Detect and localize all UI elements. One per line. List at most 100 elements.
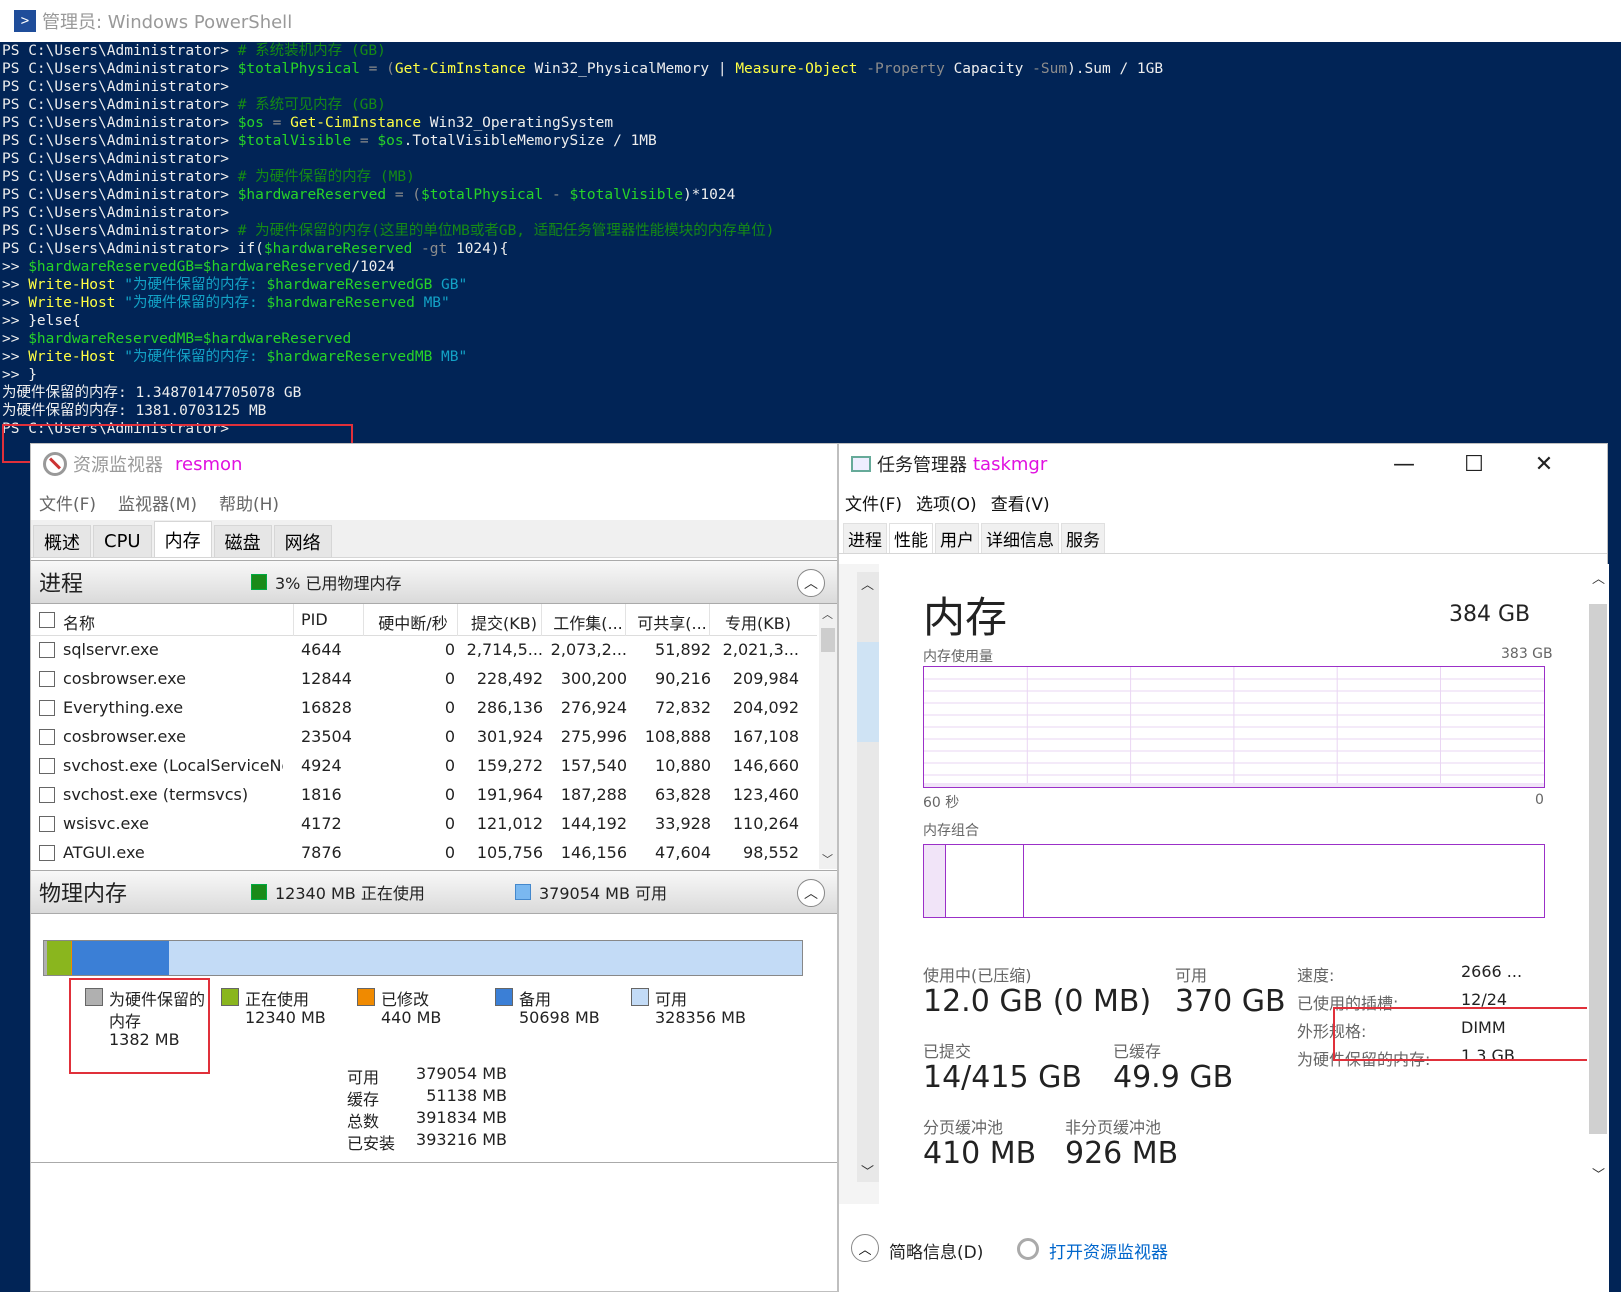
console-token: PS C:\Users\Administrator>	[2, 151, 229, 167]
row-checkbox[interactable]	[39, 816, 55, 832]
usage-square-icon	[251, 574, 267, 590]
console-line: PS C:\Users\Administrator> $totalVisible…	[2, 132, 1163, 150]
table-cell: svchost.exe (termsvcs)	[63, 785, 249, 804]
column-header[interactable]: 工作集(...	[549, 610, 627, 634]
collapse-processes-button[interactable]: ︿	[797, 569, 825, 597]
column-divider[interactable]	[709, 604, 710, 636]
column-divider[interactable]	[293, 604, 294, 636]
column-divider[interactable]	[457, 604, 458, 636]
table-cell: 121,012	[476, 814, 543, 833]
scroll-up-icon[interactable]: ︿	[1592, 568, 1605, 587]
column-header[interactable]: 专用(KB)	[717, 610, 799, 634]
legend-label: 备用	[519, 990, 552, 1009]
row-checkbox[interactable]	[39, 671, 55, 687]
scroll-thumb[interactable]	[857, 642, 879, 742]
processes-scrollbar[interactable]: ︿ ﹀	[819, 604, 837, 869]
fewer-details-button[interactable]: 简略信息(D)	[889, 1238, 983, 1263]
menu-view[interactable]: 查看(V)	[991, 490, 1050, 515]
column-divider[interactable]	[625, 604, 626, 636]
sidebar-scrollbar[interactable]: ︿ ﹀	[857, 572, 879, 1182]
processes-usage: 3% 已用物理内存	[251, 570, 401, 594]
tab-cpu[interactable]: CPU	[93, 525, 152, 557]
scroll-down-icon[interactable]: ﹀	[861, 1161, 874, 1180]
column-divider[interactable]	[363, 604, 364, 636]
tab-performance[interactable]: 性能	[889, 523, 933, 553]
column-divider[interactable]	[541, 604, 542, 636]
memory-totals: 可用 379054 MB 缓存 51138 MB 总数 391834 MB 已安装 39321…	[347, 1064, 507, 1153]
table-row[interactable]: cosbrowser.exe 12844 0 228,492 300,200 90,216…	[31, 665, 817, 694]
menu-help[interactable]: 帮助(H)	[219, 490, 279, 515]
processes-title: 进程	[39, 572, 84, 597]
minimize-button[interactable]: —	[1369, 444, 1439, 484]
total-value: 51138 MB	[426, 1086, 507, 1105]
table-cell: 98,552	[743, 843, 799, 862]
usage-max: 383 GB	[1501, 646, 1553, 662]
row-checkbox[interactable]	[39, 729, 55, 745]
menu-monitor[interactable]: 监视器(M)	[118, 490, 197, 515]
row-checkbox[interactable]	[39, 758, 55, 774]
total-row: 总数 391834 MB	[347, 1108, 507, 1131]
table-cell: 144,192	[560, 814, 627, 833]
console-line: PS C:\Users\Administrator>	[2, 78, 1163, 96]
performance-panel: ︿ ﹀ 内存 384 GB 内存使用量 383 GB 60 秒 0 内存组合 使…	[839, 564, 1609, 1204]
tab-network[interactable]: 网络	[273, 525, 332, 557]
total-row: 可用 379054 MB	[347, 1064, 507, 1087]
available-square-icon	[515, 884, 531, 900]
menu-options[interactable]: 选项(O)	[916, 490, 977, 515]
select-all-checkbox[interactable]	[39, 612, 55, 628]
tab-memory[interactable]: 内存	[153, 521, 212, 557]
table-row[interactable]: Everything.exe 16828 0 286,136 276,924 72,832…	[31, 694, 817, 723]
scroll-thumb[interactable]	[821, 628, 835, 652]
tab-details[interactable]: 详细信息	[981, 523, 1059, 553]
resmon-window: 资源监视器 resmon 文件(F) 监视器(M) 帮助(H) 概述 CPU 内…	[30, 443, 838, 1292]
tab-overview[interactable]: 概述	[33, 525, 91, 557]
time-right-label: 0	[1535, 792, 1544, 808]
divider	[31, 1162, 837, 1163]
table-row[interactable]: sqlservr.exe 4644 0 2,714,5... 2,073,2... 51,…	[31, 636, 817, 665]
table-cell: 47,604	[655, 843, 711, 862]
maximize-button[interactable]: ☐	[1439, 444, 1509, 484]
row-checkbox[interactable]	[39, 787, 55, 803]
column-header[interactable]: PID	[301, 610, 361, 629]
physical-memory-section-header[interactable]: 物理内存 12340 MB 正在使用 379054 MB 可用 ︿	[31, 870, 837, 914]
fewer-details-icon[interactable]: ︿	[851, 1234, 879, 1262]
table-cell: 105,756	[476, 843, 543, 862]
table-row[interactable]: wsisvc.exe 4172 0 121,012 144,192 33,928 110,2…	[31, 810, 817, 839]
scroll-thumb[interactable]	[1589, 604, 1607, 1134]
scroll-up-icon[interactable]: ︿	[861, 574, 874, 593]
table-cell: 90,216	[655, 669, 711, 688]
table-row[interactable]: svchost.exe (termsvcs) 1816 0 191,964 187,28…	[31, 781, 817, 810]
table-cell: 16828	[301, 698, 352, 717]
spec-value: 2666 ...	[1461, 962, 1523, 981]
content-scrollbar[interactable]: ︿ ﹀	[1587, 564, 1609, 1204]
console-token: >>	[2, 259, 29, 275]
column-header[interactable]: 可共享(...	[633, 610, 711, 634]
console-line: 为硬件保留的内存: 1.34870147705078 GB	[2, 384, 1163, 402]
close-button[interactable]: ✕	[1509, 444, 1579, 484]
scroll-up-icon[interactable]: ︿	[822, 606, 833, 622]
console-token: $hardwareReservedGB=$hardwareReserved	[28, 259, 352, 275]
open-resmon-link[interactable]: 打开资源监视器	[1049, 1238, 1168, 1263]
row-checkbox[interactable]	[39, 700, 55, 716]
tab-services[interactable]: 服务	[1061, 523, 1105, 553]
table-row[interactable]: ATGUI.exe 7876 0 105,756 146,156 47,604 98,552	[31, 839, 817, 868]
processes-section-header[interactable]: 进程 3% 已用物理内存 ︿	[31, 560, 837, 604]
scroll-down-icon[interactable]: ﹀	[1592, 1164, 1605, 1183]
console-token: >> }	[2, 367, 37, 383]
column-header[interactable]: 硬中断/秒	[371, 610, 455, 634]
table-row[interactable]: cosbrowser.exe 23504 0 301,924 275,996 108,88…	[31, 723, 817, 752]
scroll-down-icon[interactable]: ﹀	[822, 851, 833, 867]
row-checkbox[interactable]	[39, 845, 55, 861]
tab-disk[interactable]: 磁盘	[213, 525, 272, 557]
tab-processes[interactable]: 进程	[843, 523, 887, 553]
table-cell: 191,964	[476, 785, 543, 804]
menu-file[interactable]: 文件(F)	[845, 490, 902, 515]
column-header[interactable]: 提交(KB)	[465, 610, 543, 634]
powershell-title-bar: > 管理员: Windows PowerShell	[0, 0, 1621, 42]
collapse-physical-memory-button[interactable]: ︿	[797, 879, 825, 907]
column-header[interactable]: 名称	[63, 610, 283, 634]
menu-file[interactable]: 文件(F)	[39, 490, 96, 515]
row-checkbox[interactable]	[39, 642, 55, 658]
tab-users[interactable]: 用户	[935, 523, 979, 553]
table-row[interactable]: svchost.exe (LocalServiceNo... 4924 0 159,2…	[31, 752, 817, 781]
